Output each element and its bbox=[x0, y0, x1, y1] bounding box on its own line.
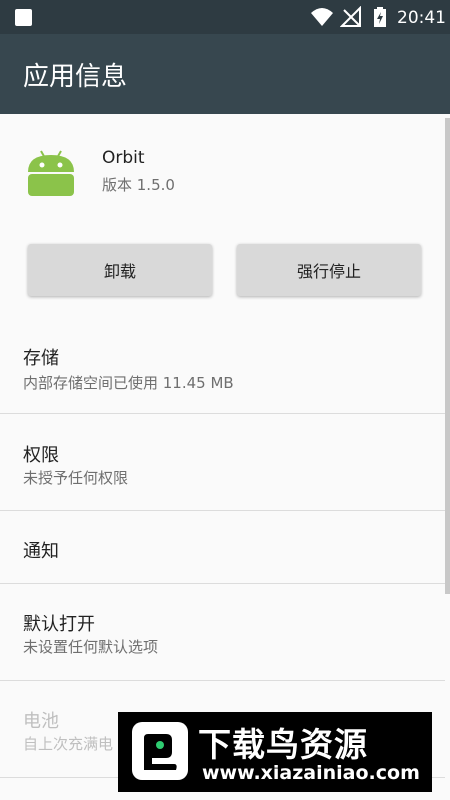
row-title: 通知 bbox=[23, 541, 59, 562]
row-subtitle: 内部存储空间已使用 11.45 MB bbox=[23, 374, 234, 392]
storage-row[interactable]: 存储 内部存储空间已使用 11.45 MB bbox=[0, 324, 445, 414]
watermark-url: www.xiazainiao.com bbox=[202, 762, 420, 784]
android-app-icon bbox=[28, 150, 74, 196]
notifications-row[interactable]: 通知 bbox=[0, 511, 445, 583]
app-name: Orbit bbox=[102, 148, 145, 168]
battery-charging-icon bbox=[374, 7, 386, 27]
bird-logo-icon bbox=[144, 734, 177, 770]
row-subtitle: 未设置任何默认选项 bbox=[23, 638, 159, 656]
status-bar: 20:41 bbox=[0, 0, 450, 34]
permissions-row[interactable]: 权限 未授予任何权限 bbox=[0, 414, 445, 510]
row-title: 电池 bbox=[23, 711, 59, 732]
notification-icon bbox=[15, 9, 32, 26]
row-subtitle: 自上次充满电 bbox=[23, 735, 114, 753]
wifi-icon bbox=[311, 8, 333, 26]
row-subtitle: 未授予任何权限 bbox=[23, 469, 129, 487]
row-title: 存储 bbox=[23, 348, 59, 369]
watermark-title: 下载鸟资源 bbox=[198, 725, 368, 764]
clock: 20:41 bbox=[397, 8, 446, 28]
force-stop-button[interactable]: 强行停止 bbox=[237, 244, 421, 296]
watermark-banner: 下载鸟资源 www.xiazainiao.com bbox=[118, 712, 432, 792]
page-title: 应用信息 bbox=[23, 62, 128, 92]
app-bar: 应用信息 bbox=[0, 34, 450, 114]
no-signal-icon bbox=[340, 6, 361, 27]
app-version: 版本 1.5.0 bbox=[102, 176, 175, 194]
app-header: Orbit 版本 1.5.0 bbox=[0, 114, 450, 226]
row-title: 权限 bbox=[23, 445, 59, 466]
watermark-logo bbox=[132, 722, 188, 780]
scrollbar[interactable] bbox=[445, 118, 450, 594]
uninstall-button[interactable]: 卸载 bbox=[28, 244, 212, 296]
open-by-default-row[interactable]: 默认打开 未设置任何默认选项 bbox=[0, 584, 445, 680]
row-title: 默认打开 bbox=[23, 614, 95, 635]
